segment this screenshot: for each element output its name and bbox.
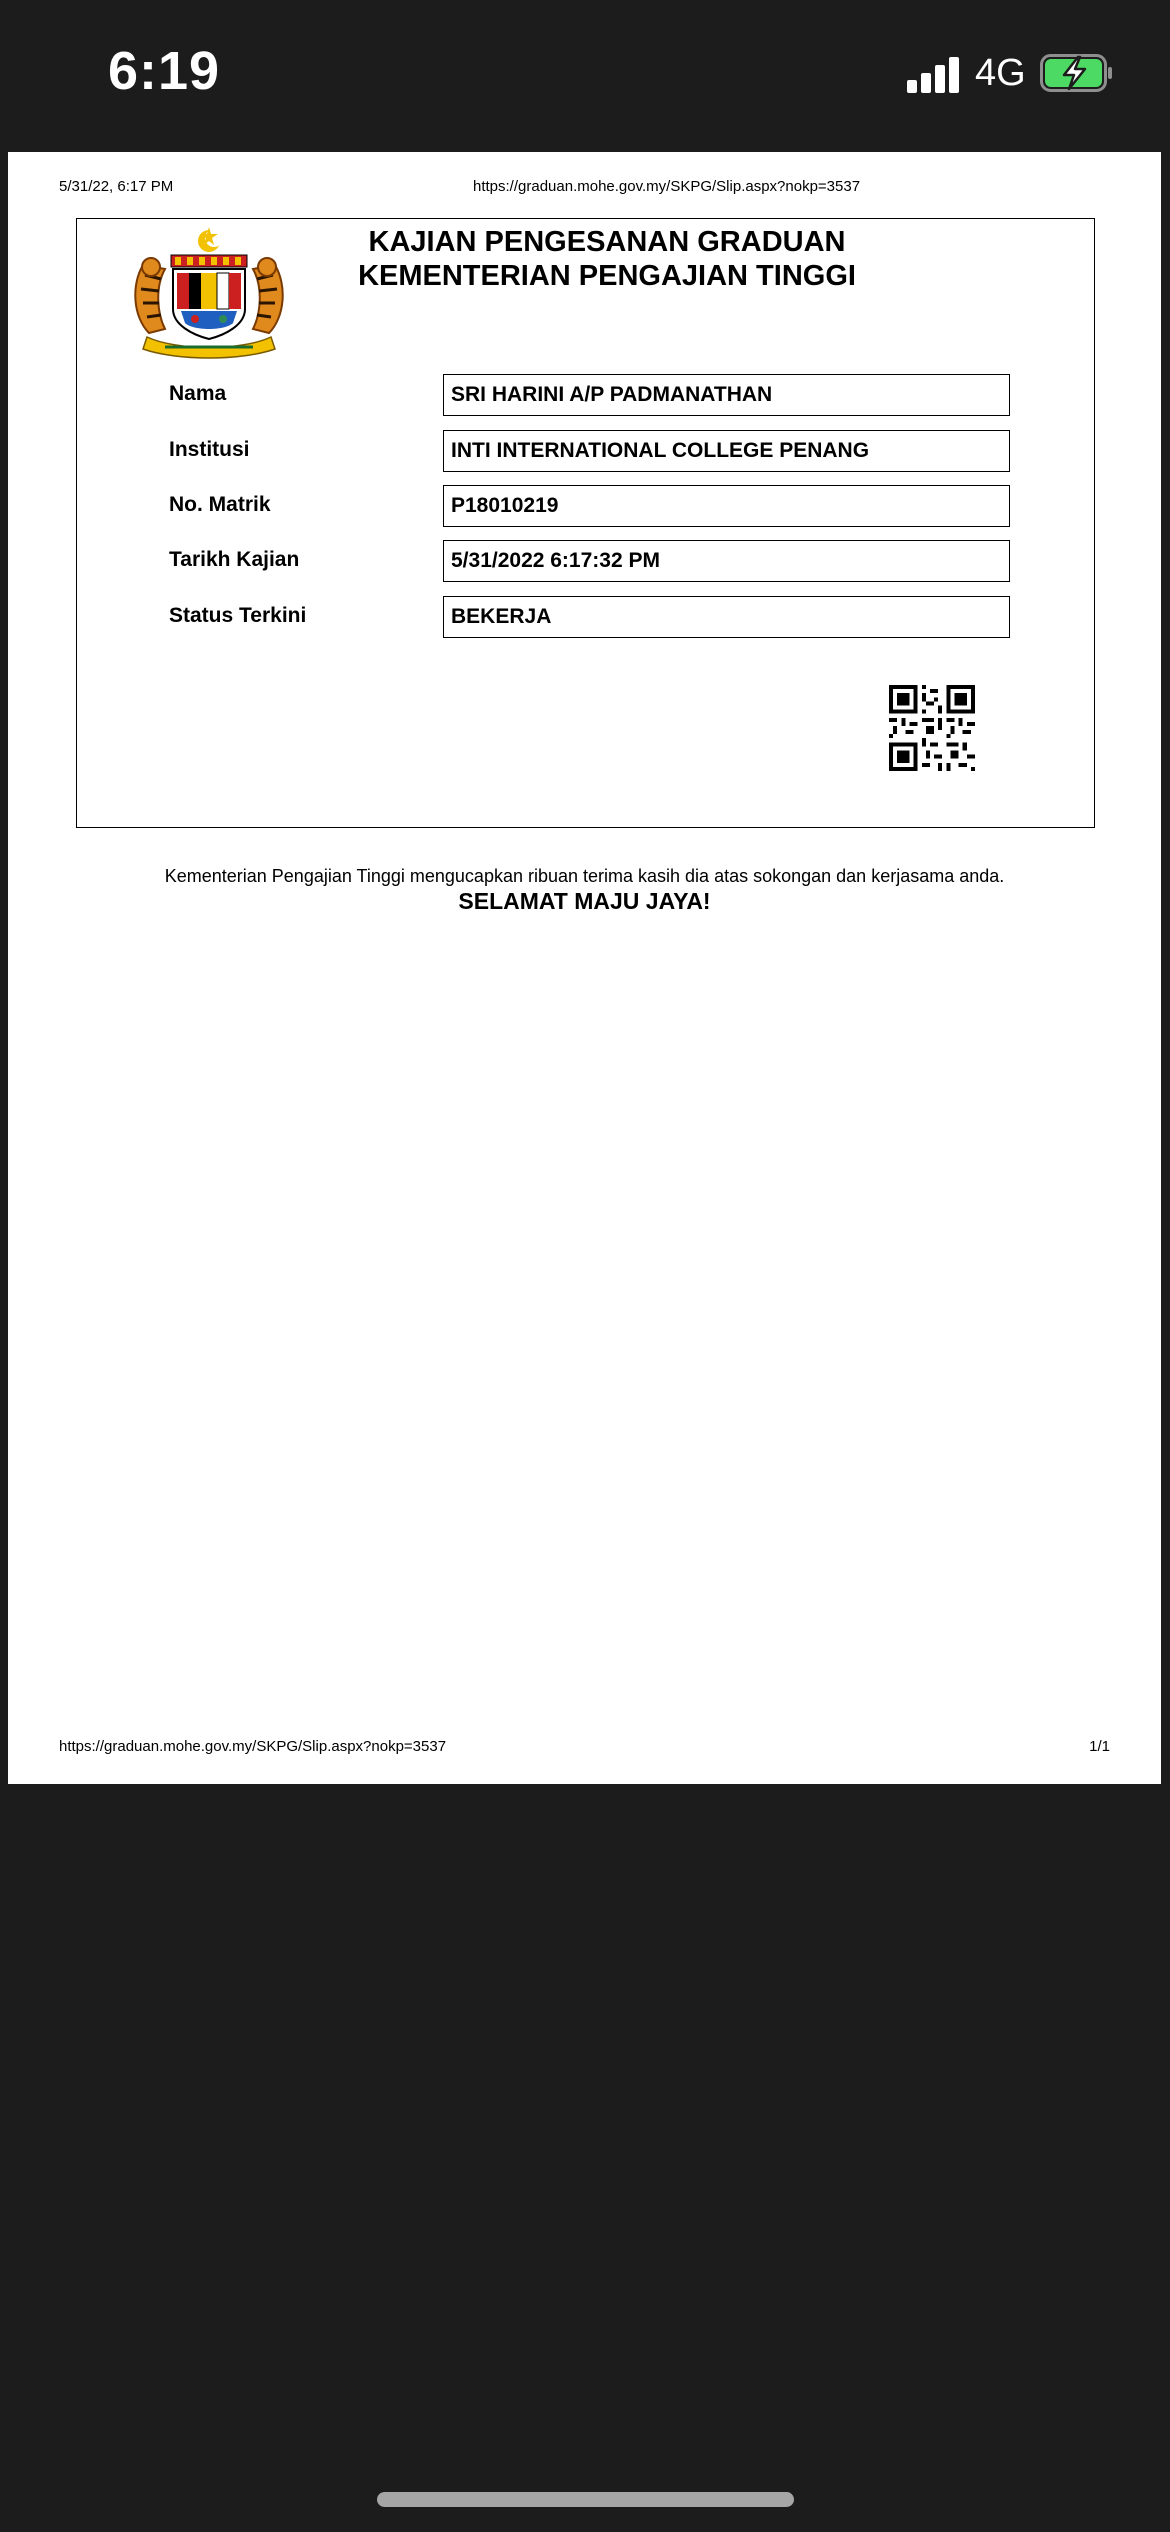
battery-charging-icon xyxy=(1040,54,1112,92)
graduate-tracer-slip: KAJIAN PENGESANAN GRADUAN KEMENTERIAN PE… xyxy=(76,218,1095,828)
field-label-status-terkini: Status Terkini xyxy=(169,604,307,627)
field-row-institusi: Institusi INTI INTERNATIONAL COLLEGE PEN… xyxy=(169,430,1010,472)
field-label-nama: Nama xyxy=(169,382,227,405)
print-footer-url: https://graduan.mohe.gov.my/SKPG/Slip.as… xyxy=(59,1738,447,1755)
slip-title-line-1: KAJIAN PENGESANAN GRADUAN xyxy=(368,226,846,258)
cellular-signal-icon xyxy=(907,55,961,93)
field-row-tarikh-kajian: Tarikh Kajian 5/31/2022 6:17:32 PM xyxy=(169,540,1010,582)
print-header-url: https://graduan.mohe.gov.my/SKPG/Slip.as… xyxy=(473,178,861,195)
field-label-no-matrik: No. Matrik xyxy=(169,493,271,516)
network-type-label: 4G xyxy=(975,52,1026,94)
field-value-status-terkini: BEKERJA xyxy=(443,596,1010,638)
slip-title: KAJIAN PENGESANAN GRADUAN KEMENTERIAN PE… xyxy=(337,225,877,293)
field-row-nama: Nama SRI HARINI A/P PADMANATHAN xyxy=(169,374,1010,416)
field-label-institusi: Institusi xyxy=(169,438,250,461)
field-row-no-matrik: No. Matrik P18010219 xyxy=(169,485,1010,527)
print-preview-page[interactable]: 5/31/22, 6:17 PM https://graduan.mohe.go… xyxy=(8,152,1161,1784)
malaysia-coat-of-arms-icon xyxy=(134,227,284,359)
field-value-tarikh-kajian: 5/31/2022 6:17:32 PM xyxy=(443,540,1010,582)
thank-you-slogan: SELAMAT MAJU JAYA! xyxy=(458,888,711,914)
print-header-date: 5/31/22, 6:17 PM xyxy=(59,178,174,195)
thank-you-message: Kementerian Pengajian Tinggi mengucapkan… xyxy=(164,866,1005,886)
field-value-institusi: INTI INTERNATIONAL COLLEGE PENANG xyxy=(443,430,1010,472)
qr-code-icon xyxy=(889,685,975,771)
status-bar-time: 6:19 xyxy=(108,41,221,101)
field-label-tarikh-kajian: Tarikh Kajian xyxy=(169,548,300,571)
print-footer-page-number: 1/1 xyxy=(1089,1738,1110,1755)
field-value-no-matrik: P18010219 xyxy=(443,485,1010,527)
slip-title-line-2: KEMENTERIAN PENGAJIAN TINGGI xyxy=(358,260,856,292)
field-row-status-terkini: Status Terkini BEKERJA xyxy=(169,596,1010,638)
home-indicator[interactable] xyxy=(377,2492,794,2507)
field-value-nama: SRI HARINI A/P PADMANATHAN xyxy=(443,374,1010,416)
